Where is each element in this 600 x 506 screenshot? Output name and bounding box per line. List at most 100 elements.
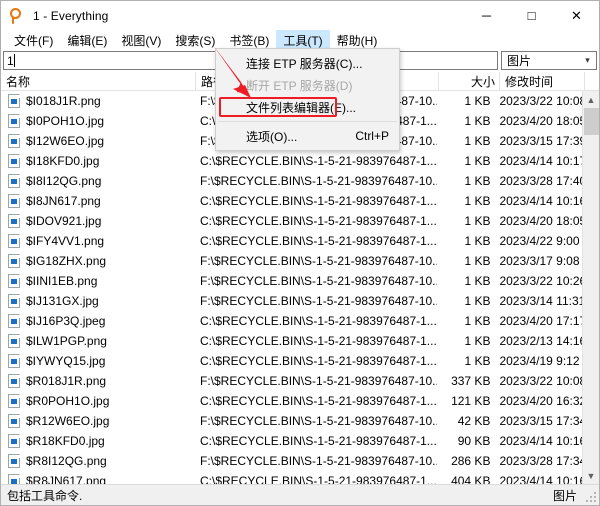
menu-item-file-list-editor[interactable]: 文件列表编辑器(E)...: [216, 96, 399, 118]
cell-size: 1 KB: [464, 214, 491, 228]
minimize-button[interactable]: ─: [464, 1, 509, 30]
menu-search[interactable]: 搜索(S): [168, 30, 222, 50]
file-name-label: $I8JN617.png: [26, 194, 101, 208]
menu-item-file-list-editor-label: 文件列表编辑器(E)...: [246, 100, 356, 115]
table-row[interactable]: $R018J1R.png F:\$RECYCLE.BIN\S-1-5-21-983…: [1, 371, 582, 391]
image-file-icon: [8, 354, 20, 368]
vertical-scrollbar[interactable]: ▲ ▼: [582, 91, 599, 484]
menu-search-label: 搜索(S): [175, 33, 216, 48]
cell-size: 1 KB: [464, 154, 491, 168]
table-row[interactable]: $ILW1PGP.png C:\$RECYCLE.BIN\S-1-5-21-983…: [1, 331, 582, 351]
cell-size: 337 KB: [451, 374, 491, 388]
cell-date-modified: 2023/4/14 10:17: [499, 154, 582, 168]
file-name-label: $R8I12QG.png: [26, 454, 107, 468]
scroll-up-button[interactable]: ▲: [583, 91, 600, 108]
table-row[interactable]: $IJ131GX.jpg F:\$RECYCLE.BIN\S-1-5-21-983…: [1, 291, 582, 311]
cell-name: $IFY4VV1.png: [1, 234, 195, 248]
menu-item-options[interactable]: 选项(O)... Ctrl+P: [216, 125, 399, 147]
menu-item-options-label: 选项(O)...: [246, 129, 298, 144]
cell-name: $IINI1EB.png: [1, 274, 195, 288]
file-name-label: $IJ131GX.jpg: [26, 294, 99, 308]
table-row[interactable]: $R0POH1O.jpg C:\$RECYCLE.BIN\S-1-5-21-983…: [1, 391, 582, 411]
file-name-label: $IDOV921.jpg: [26, 214, 102, 228]
cell-size: 1 KB: [464, 134, 491, 148]
cell-date-modified: 2023/2/13 14:16: [499, 334, 582, 348]
cell-size: 1 KB: [464, 114, 491, 128]
cell-path: F:\$RECYCLE.BIN\S-1-5-21-983976487-10...: [200, 454, 437, 468]
image-file-icon: [8, 474, 20, 484]
table-row[interactable]: $R8I12QG.png F:\$RECYCLE.BIN\S-1-5-21-983…: [1, 451, 582, 471]
table-row[interactable]: $I18KFD0.jpg C:\$RECYCLE.BIN\S-1-5-21-983…: [1, 151, 582, 171]
file-name-label: $I18KFD0.jpg: [26, 154, 100, 168]
file-name-label: $IG18ZHX.png: [26, 254, 107, 268]
table-row[interactable]: $R8JN617.png C:\$RECYCLE.BIN\S-1-5-21-983…: [1, 471, 582, 484]
image-file-icon: [8, 314, 20, 328]
menu-bookmarks[interactable]: 书签(B): [222, 30, 276, 50]
resize-grip-icon[interactable]: [586, 492, 596, 502]
file-name-label: $R12W6EO.jpg: [26, 414, 110, 428]
cell-path: C:\$RECYCLE.BIN\S-1-5-21-983976487-1...: [200, 434, 437, 448]
cell-name: $R018J1R.png: [1, 374, 195, 388]
text-caret: [13, 54, 15, 67]
menu-item-connect-etp-server[interactable]: 连接 ETP 服务器(C)...: [216, 52, 399, 74]
cell-path: F:\$RECYCLE.BIN\S-1-5-21-983976487-10...: [200, 274, 437, 288]
table-row[interactable]: $I8JN617.png C:\$RECYCLE.BIN\S-1-5-21-983…: [1, 191, 582, 211]
cell-path: F:\$RECYCLE.BIN\S-1-5-21-983976487-10...: [200, 254, 437, 268]
menu-view[interactable]: 视图(V): [114, 30, 168, 50]
window-title: 1 - Everything: [33, 8, 109, 23]
file-name-label: $I0POH1O.jpg: [26, 114, 105, 128]
scrollbar-thumb[interactable]: [583, 108, 599, 135]
status-text: 包括工具命令.: [7, 488, 83, 503]
scroll-down-button[interactable]: ▼: [583, 467, 600, 484]
table-row[interactable]: $IJ16P3Q.jpeg C:\$RECYCLE.BIN\S-1-5-21-98…: [1, 311, 582, 331]
status-bar: 包括工具命令. 图片: [1, 484, 599, 505]
maximize-button[interactable]: □: [509, 1, 554, 30]
image-file-icon: [8, 334, 20, 348]
file-name-label: $IYWYQ15.jpg: [26, 354, 106, 368]
image-file-icon: [8, 414, 20, 428]
menu-tools[interactable]: 工具(T): [276, 30, 330, 50]
table-row[interactable]: $R18KFD0.jpg C:\$RECYCLE.BIN\S-1-5-21-983…: [1, 431, 582, 451]
table-row[interactable]: $IINI1EB.png F:\$RECYCLE.BIN\S-1-5-21-983…: [1, 271, 582, 291]
menu-file[interactable]: 文件(F): [7, 30, 60, 50]
image-file-icon: [8, 434, 20, 448]
table-row[interactable]: $R12W6EO.jpg F:\$RECYCLE.BIN\S-1-5-21-983…: [1, 411, 582, 431]
column-header-date-modified[interactable]: 修改时间: [500, 72, 585, 90]
table-row[interactable]: $IFY4VV1.png C:\$RECYCLE.BIN\S-1-5-21-983…: [1, 231, 582, 251]
cell-size: 1 KB: [464, 274, 491, 288]
cell-date-modified: 2023/3/17 9:08: [499, 254, 580, 268]
table-row[interactable]: $IYWYQ15.jpg C:\$RECYCLE.BIN\S-1-5-21-983…: [1, 351, 582, 371]
close-button[interactable]: ✕: [554, 1, 599, 30]
cell-size: 1 KB: [464, 334, 491, 348]
cell-name: $R0POH1O.jpg: [1, 394, 195, 408]
cell-path: F:\$RECYCLE.BIN\S-1-5-21-983976487-10...: [200, 174, 437, 188]
menu-help[interactable]: 帮助(H): [330, 30, 385, 50]
cell-name: $ILW1PGP.png: [1, 334, 195, 348]
table-row[interactable]: $I8I12QG.png F:\$RECYCLE.BIN\S-1-5-21-983…: [1, 171, 582, 191]
image-file-icon: [8, 214, 20, 228]
table-row[interactable]: $IDOV921.jpg C:\$RECYCLE.BIN\S-1-5-21-983…: [1, 211, 582, 231]
cell-name: $R8I12QG.png: [1, 454, 195, 468]
file-name-label: $ILW1PGP.png: [26, 334, 107, 348]
table-row[interactable]: $IG18ZHX.png F:\$RECYCLE.BIN\S-1-5-21-983…: [1, 251, 582, 271]
everything-window: 1 - Everything ─ □ ✕ 文件(F) 编辑(E) 视图(V) 搜索(S…: [0, 0, 600, 506]
cell-name: $IG18ZHX.png: [1, 254, 195, 268]
filter-dropdown[interactable]: 图片 ▾: [501, 51, 597, 70]
chevron-down-icon: ▾: [585, 55, 590, 65]
cell-path: F:\$RECYCLE.BIN\S-1-5-21-983976487-10...: [200, 294, 437, 308]
menu-edit[interactable]: 编辑(E): [60, 30, 114, 50]
cell-name: $R12W6EO.jpg: [1, 414, 195, 428]
menu-tools-label: 工具(T): [283, 33, 323, 48]
cell-name: $I018J1R.png: [1, 94, 195, 108]
column-header-name[interactable]: 名称: [1, 72, 196, 90]
cell-size: 1 KB: [464, 94, 491, 108]
search-input-value: 1: [7, 53, 14, 68]
cell-date-modified: 2023/3/15 17:39: [499, 134, 582, 148]
tools-dropdown-menu[interactable]: 连接 ETP 服务器(C)... 断开 ETP 服务器(D) 文件列表编辑器(E).…: [215, 48, 400, 151]
scrollbar-track[interactable]: [583, 108, 600, 467]
cell-date-modified: 2023/3/22 10:08: [499, 94, 582, 108]
column-header-size[interactable]: 大小: [439, 72, 500, 90]
file-name-label: $I8I12QG.png: [26, 174, 102, 188]
cell-name: $I18KFD0.jpg: [1, 154, 195, 168]
cell-path: C:\$RECYCLE.BIN\S-1-5-21-983976487-1...: [200, 474, 437, 484]
